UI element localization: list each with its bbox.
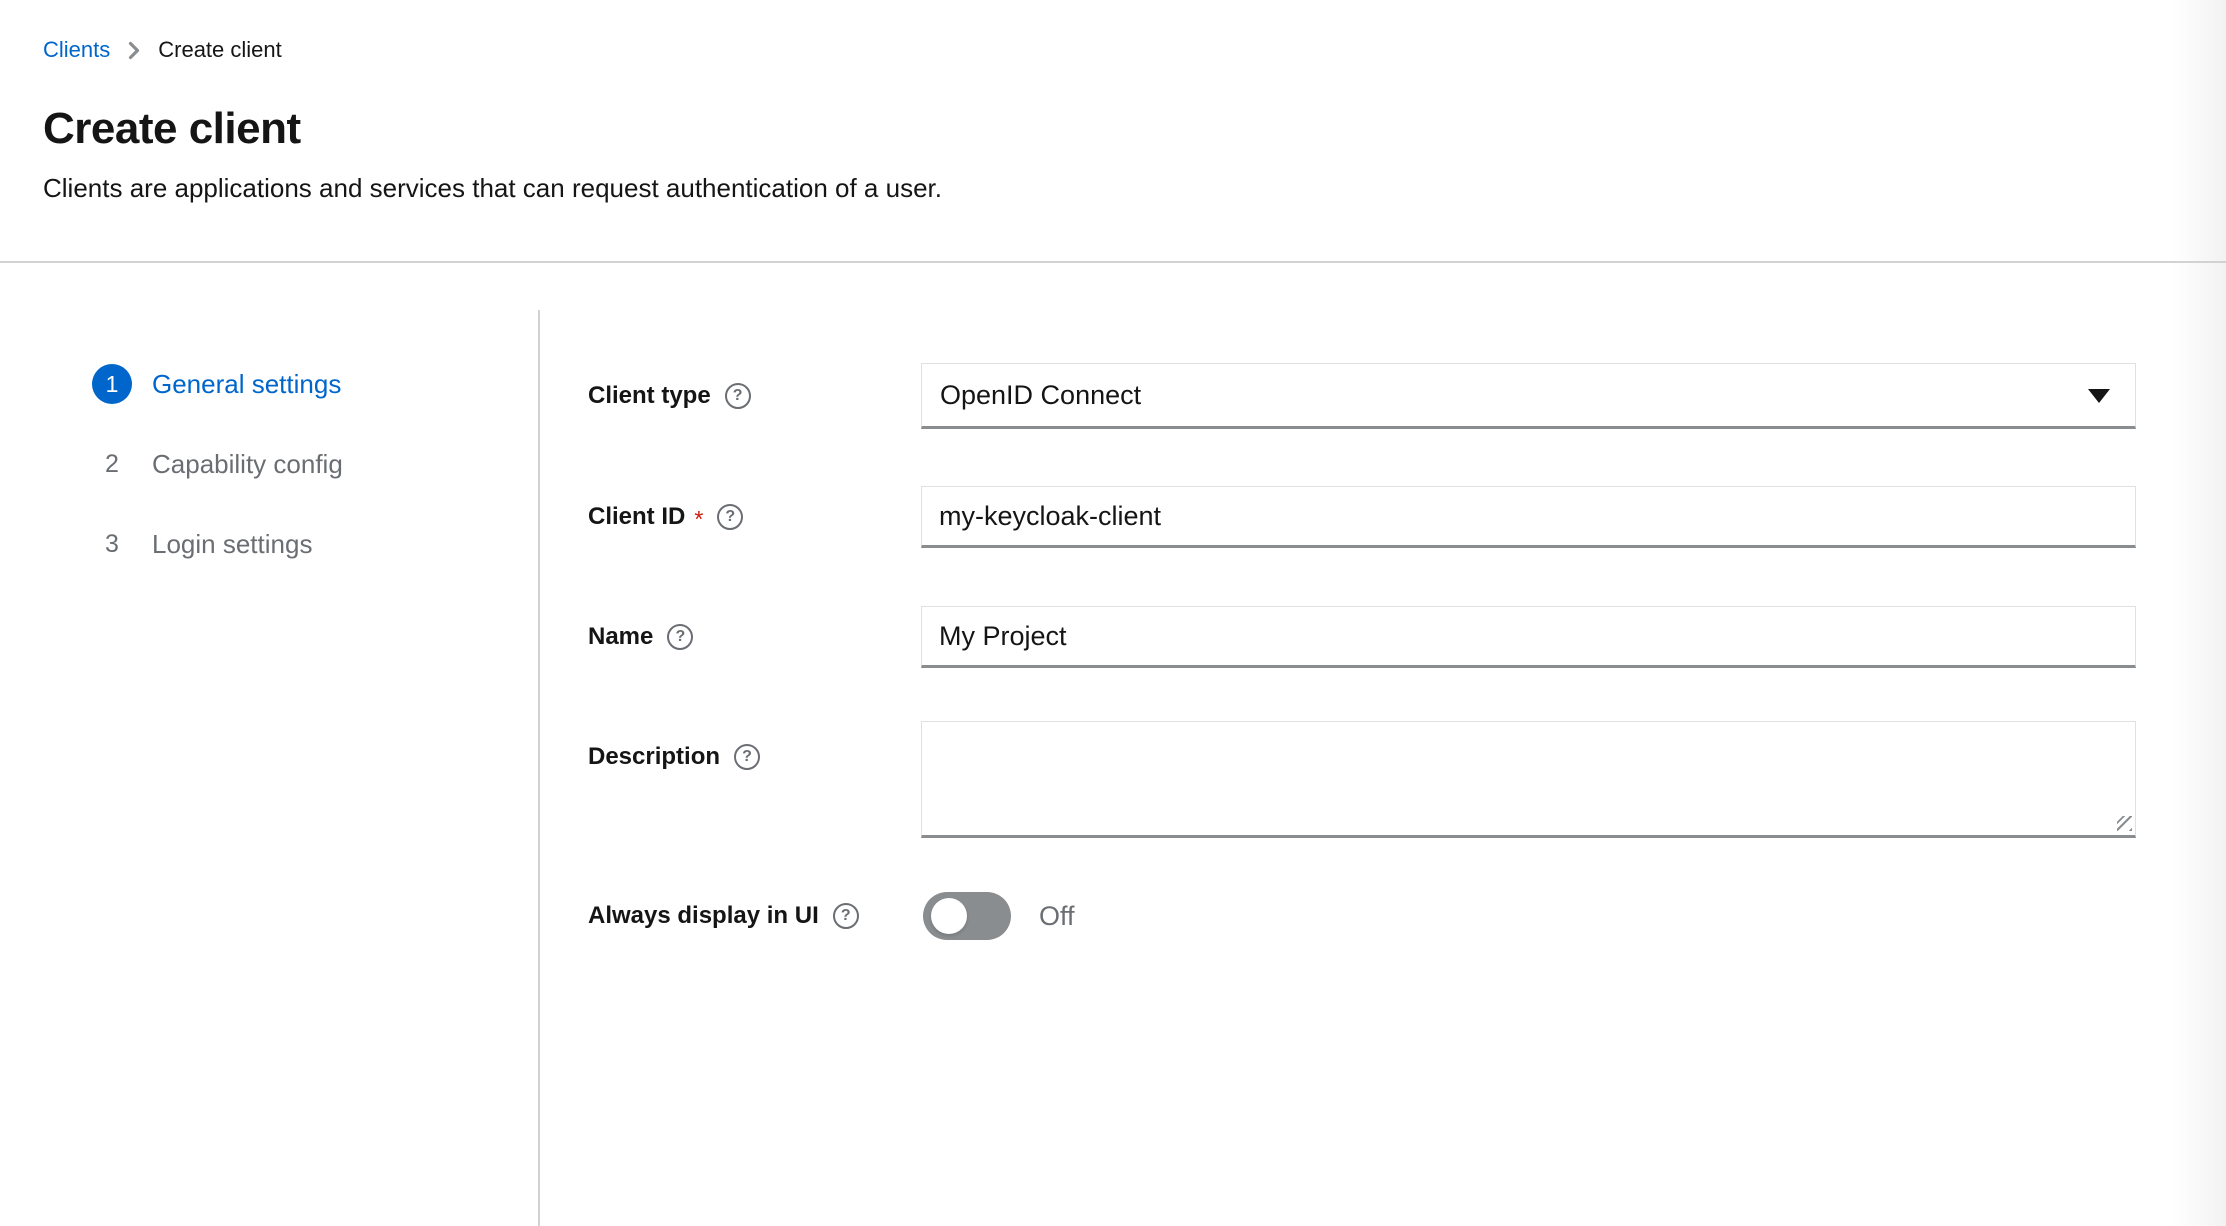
client-type-selected-value: OpenID Connect (940, 380, 1141, 411)
step-3-badge: 3 (92, 524, 132, 564)
always-display-label-group: Always display in UI ? (588, 902, 921, 930)
textarea-resize-handle[interactable] (2117, 816, 2132, 831)
step-1-label: General settings (152, 369, 341, 400)
step-2-label: Capability config (152, 449, 343, 480)
wizard-steps-nav: 1 General settings 2 Capability config 3… (92, 364, 343, 564)
description-label: Description (588, 743, 720, 771)
required-asterisk: * (694, 506, 703, 533)
form-row-client-type: Client type ? OpenID Connect (588, 363, 2136, 429)
description-control (921, 721, 2136, 838)
page-edge-gradient (2172, 0, 2226, 1226)
client-type-control: OpenID Connect (921, 363, 2136, 429)
always-display-control: Off (921, 892, 2136, 940)
header-divider (0, 261, 2226, 263)
description-label-group: Description ? (588, 721, 921, 771)
always-display-label: Always display in UI (588, 902, 819, 930)
help-icon[interactable]: ? (667, 624, 693, 650)
form-row-description: Description ? (588, 721, 2136, 838)
toggle-knob (931, 898, 967, 934)
name-label-group: Name ? (588, 623, 921, 651)
breadcrumb-clients-link[interactable]: Clients (43, 36, 110, 64)
breadcrumb-current-item: Create client (158, 36, 282, 64)
client-id-label-group: Client ID * ? (588, 503, 921, 531)
form-row-client-id: Client ID * ? (588, 486, 2136, 548)
help-icon[interactable]: ? (734, 744, 760, 770)
client-type-select[interactable]: OpenID Connect (921, 363, 2136, 429)
name-input[interactable] (921, 606, 2136, 668)
client-type-label-group: Client type ? (588, 382, 921, 410)
name-control (921, 606, 2136, 668)
wizard-step-capability-config[interactable]: 2 Capability config (92, 444, 343, 484)
chevron-right-icon (128, 41, 140, 60)
wizard-step-login-settings[interactable]: 3 Login settings (92, 524, 343, 564)
name-label: Name (588, 623, 653, 651)
help-icon[interactable]: ? (717, 504, 743, 530)
wizard-step-general-settings[interactable]: 1 General settings (92, 364, 343, 404)
client-id-control (921, 486, 2136, 548)
create-client-page: Clients Create client Create client Clie… (0, 0, 2226, 1226)
client-type-label: Client type (588, 382, 711, 410)
step-1-badge: 1 (92, 364, 132, 404)
help-icon[interactable]: ? (725, 383, 751, 409)
always-display-toggle[interactable] (923, 892, 1011, 940)
step-3-label: Login settings (152, 529, 312, 560)
caret-down-icon (2088, 389, 2110, 403)
step-2-badge: 2 (92, 444, 132, 484)
help-icon[interactable]: ? (833, 903, 859, 929)
page-title: Create client (43, 104, 301, 154)
page-subtitle: Clients are applications and services th… (43, 172, 942, 205)
form-row-name: Name ? (588, 606, 2136, 668)
breadcrumb: Clients Create client (43, 36, 282, 64)
wizard-content-divider (538, 310, 540, 1226)
client-id-label: Client ID (588, 503, 685, 531)
toggle-state-label: Off (1039, 901, 1075, 932)
description-textarea[interactable] (921, 721, 2136, 838)
client-id-input[interactable] (921, 486, 2136, 548)
form-row-always-display: Always display in UI ? Off (588, 892, 2136, 940)
